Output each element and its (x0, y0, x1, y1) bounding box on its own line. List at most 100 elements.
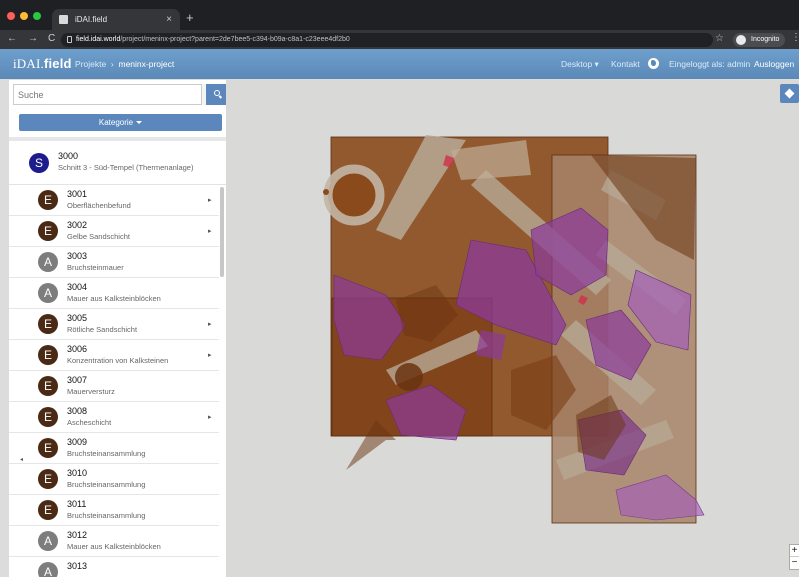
login-status: Eingeloggt als: admin (669, 59, 751, 69)
item-identifier: 3002 (67, 220, 88, 230)
lock-icon (67, 36, 72, 43)
item-description: Oberflächenbefund (67, 201, 131, 210)
category-avatar: S (29, 153, 49, 173)
close-window-button[interactable] (7, 12, 15, 20)
item-identifier: 3005 (67, 313, 88, 323)
purple-feature (476, 330, 506, 360)
zoom-out-button[interactable]: − (790, 557, 799, 569)
round-structure (395, 363, 423, 391)
item-description: Bruchsteinansammlung (67, 480, 146, 489)
category-avatar: E (38, 500, 58, 520)
reload-icon[interactable]: C (48, 33, 55, 45)
category-avatar: E (38, 314, 58, 334)
category-avatar: E (38, 376, 58, 396)
list-item[interactable]: E 3002 Gelbe Sandschicht ▸ (9, 216, 219, 247)
desktop-menu[interactable]: Desktop ▾ (561, 59, 599, 70)
zoom-in-button[interactable]: + (790, 545, 799, 557)
bookmark-star-icon[interactable]: ☆ (715, 33, 724, 44)
url-path: /project/meninx-project?parent=2de7bee5-… (120, 36, 350, 43)
incognito-badge[interactable]: Incognito (733, 33, 786, 47)
logout-link[interactable]: Ausloggen (754, 59, 794, 69)
list-item[interactable]: A 3013 (9, 557, 219, 577)
close-tab-icon[interactable]: × (166, 9, 172, 30)
brand-logo[interactable]: iDAI.field (13, 56, 72, 72)
incognito-label: Incognito (751, 36, 780, 43)
chevron-right-icon[interactable]: ▸ (208, 351, 212, 359)
zoom-control: + − (789, 544, 799, 570)
category-avatar: E (38, 345, 58, 365)
list-item[interactable]: E 3006 Konzentration von Kalksteinen ▸ (9, 340, 219, 371)
parent-identifier: 3000 (58, 151, 79, 161)
list-item[interactable]: E 3010 Bruchsteinansammlung (9, 464, 219, 495)
chevron-right-icon[interactable]: ▸ (208, 196, 212, 204)
item-identifier: 3006 (67, 344, 88, 354)
category-filter-button[interactable]: Kategorie (19, 114, 222, 131)
breadcrumb-separator: › (110, 59, 114, 69)
item-description: Ascheschicht (67, 418, 112, 427)
caret-down-icon (136, 121, 143, 125)
layers-icon (784, 88, 795, 99)
item-description: Bruchsteinansammlung (67, 511, 146, 520)
resource-sidebar: Kategorie S 3000 Schnitt 3 - Süd-Tempel … (9, 80, 230, 577)
maximize-window-button[interactable] (33, 12, 41, 20)
item-identifier: 3011 (67, 499, 87, 509)
list-item[interactable]: A 3004 Mauer aus Kalksteinblöcken (9, 278, 219, 309)
parent-description: Schnitt 3 - Süd-Tempel (Thermenanlage) (58, 163, 194, 172)
globe-icon[interactable] (648, 58, 659, 69)
item-description: Bruchsteinmauer (67, 263, 124, 272)
address-bar[interactable]: field.idai.world/project/meninx-project?… (61, 33, 713, 47)
search-input[interactable] (13, 84, 202, 105)
category-avatar: A (38, 252, 58, 272)
breadcrumb-projects-link[interactable]: Projekte (75, 59, 106, 69)
map-view[interactable] (226, 80, 799, 577)
list-item[interactable]: A 3003 Bruchsteinmauer (9, 247, 219, 278)
list-item[interactable]: E 3009 Bruchsteinansammlung (9, 433, 219, 464)
search-bar (13, 84, 230, 105)
browser-tab-strip: iDAI.field × + (0, 0, 799, 30)
scrollbar[interactable] (220, 187, 224, 277)
collapse-sidebar-icon[interactable]: ◂ (20, 456, 23, 463)
item-identifier: 3010 (67, 468, 88, 478)
map-canvas[interactable] (226, 80, 799, 577)
idai-favicon-icon (59, 15, 68, 24)
list-item[interactable]: E 3001 Oberflächenbefund ▸ (9, 185, 219, 216)
list-item[interactable]: A 3012 Mauer aus Kalksteinblöcken (9, 526, 219, 557)
item-description: Mauerversturz (67, 387, 115, 396)
list-item[interactable]: E 3005 Rötliche Sandschicht ▸ (9, 309, 219, 340)
browser-toolbar: ← → C field.idai.world/project/meninx-pr… (0, 30, 799, 49)
item-identifier: 3009 (67, 437, 88, 447)
search-icon (214, 90, 220, 96)
item-description: Mauer aus Kalksteinblöcken (67, 542, 161, 551)
layers-button[interactable] (780, 84, 799, 103)
browser-tab[interactable]: iDAI.field × (52, 9, 180, 30)
list-item[interactable]: E 3008 Ascheschicht ▸ (9, 402, 219, 433)
parent-resource[interactable]: S 3000 Schnitt 3 - Süd-Tempel (Thermenan… (9, 141, 226, 185)
back-icon[interactable]: ← (7, 33, 17, 45)
forward-icon[interactable]: → (28, 33, 38, 45)
item-description: Gelbe Sandschicht (67, 232, 130, 241)
chevron-right-icon[interactable]: ▸ (208, 227, 212, 235)
item-identifier: 3007 (67, 375, 88, 385)
list-item[interactable]: E 3011 Bruchsteinansammlung (9, 495, 219, 526)
resource-list[interactable]: A 3013 A 3012 Mauer aus Kalksteinblöcken E 301… (9, 185, 226, 577)
breadcrumb-current: meninx-project (118, 59, 175, 69)
item-identifier: 3008 (67, 406, 88, 416)
contact-link[interactable]: Kontakt (611, 59, 640, 69)
item-description: Konzentration von Kalksteinen (67, 356, 169, 365)
app-navbar: iDAI.field Projekte › meninx-project Des… (0, 49, 799, 79)
new-tab-button[interactable]: + (186, 11, 194, 24)
minimize-window-button[interactable] (20, 12, 28, 20)
chevron-right-icon[interactable]: ▸ (208, 413, 212, 421)
item-identifier: 3001 (67, 189, 88, 199)
list-item[interactable]: E 3007 Mauerversturz (9, 371, 219, 402)
incognito-icon (736, 35, 746, 45)
browser-menu-icon[interactable]: ⋮ (791, 32, 799, 43)
item-identifier: 3012 (67, 530, 88, 540)
chevron-right-icon[interactable]: ▸ (208, 320, 212, 328)
category-avatar: A (38, 531, 58, 551)
item-description: Mauer aus Kalksteinblöcken (67, 294, 161, 303)
round-structure (323, 164, 385, 226)
category-avatar: E (38, 221, 58, 241)
item-description: Bruchsteinansammlung (67, 449, 146, 458)
item-identifier: 3003 (67, 251, 88, 261)
